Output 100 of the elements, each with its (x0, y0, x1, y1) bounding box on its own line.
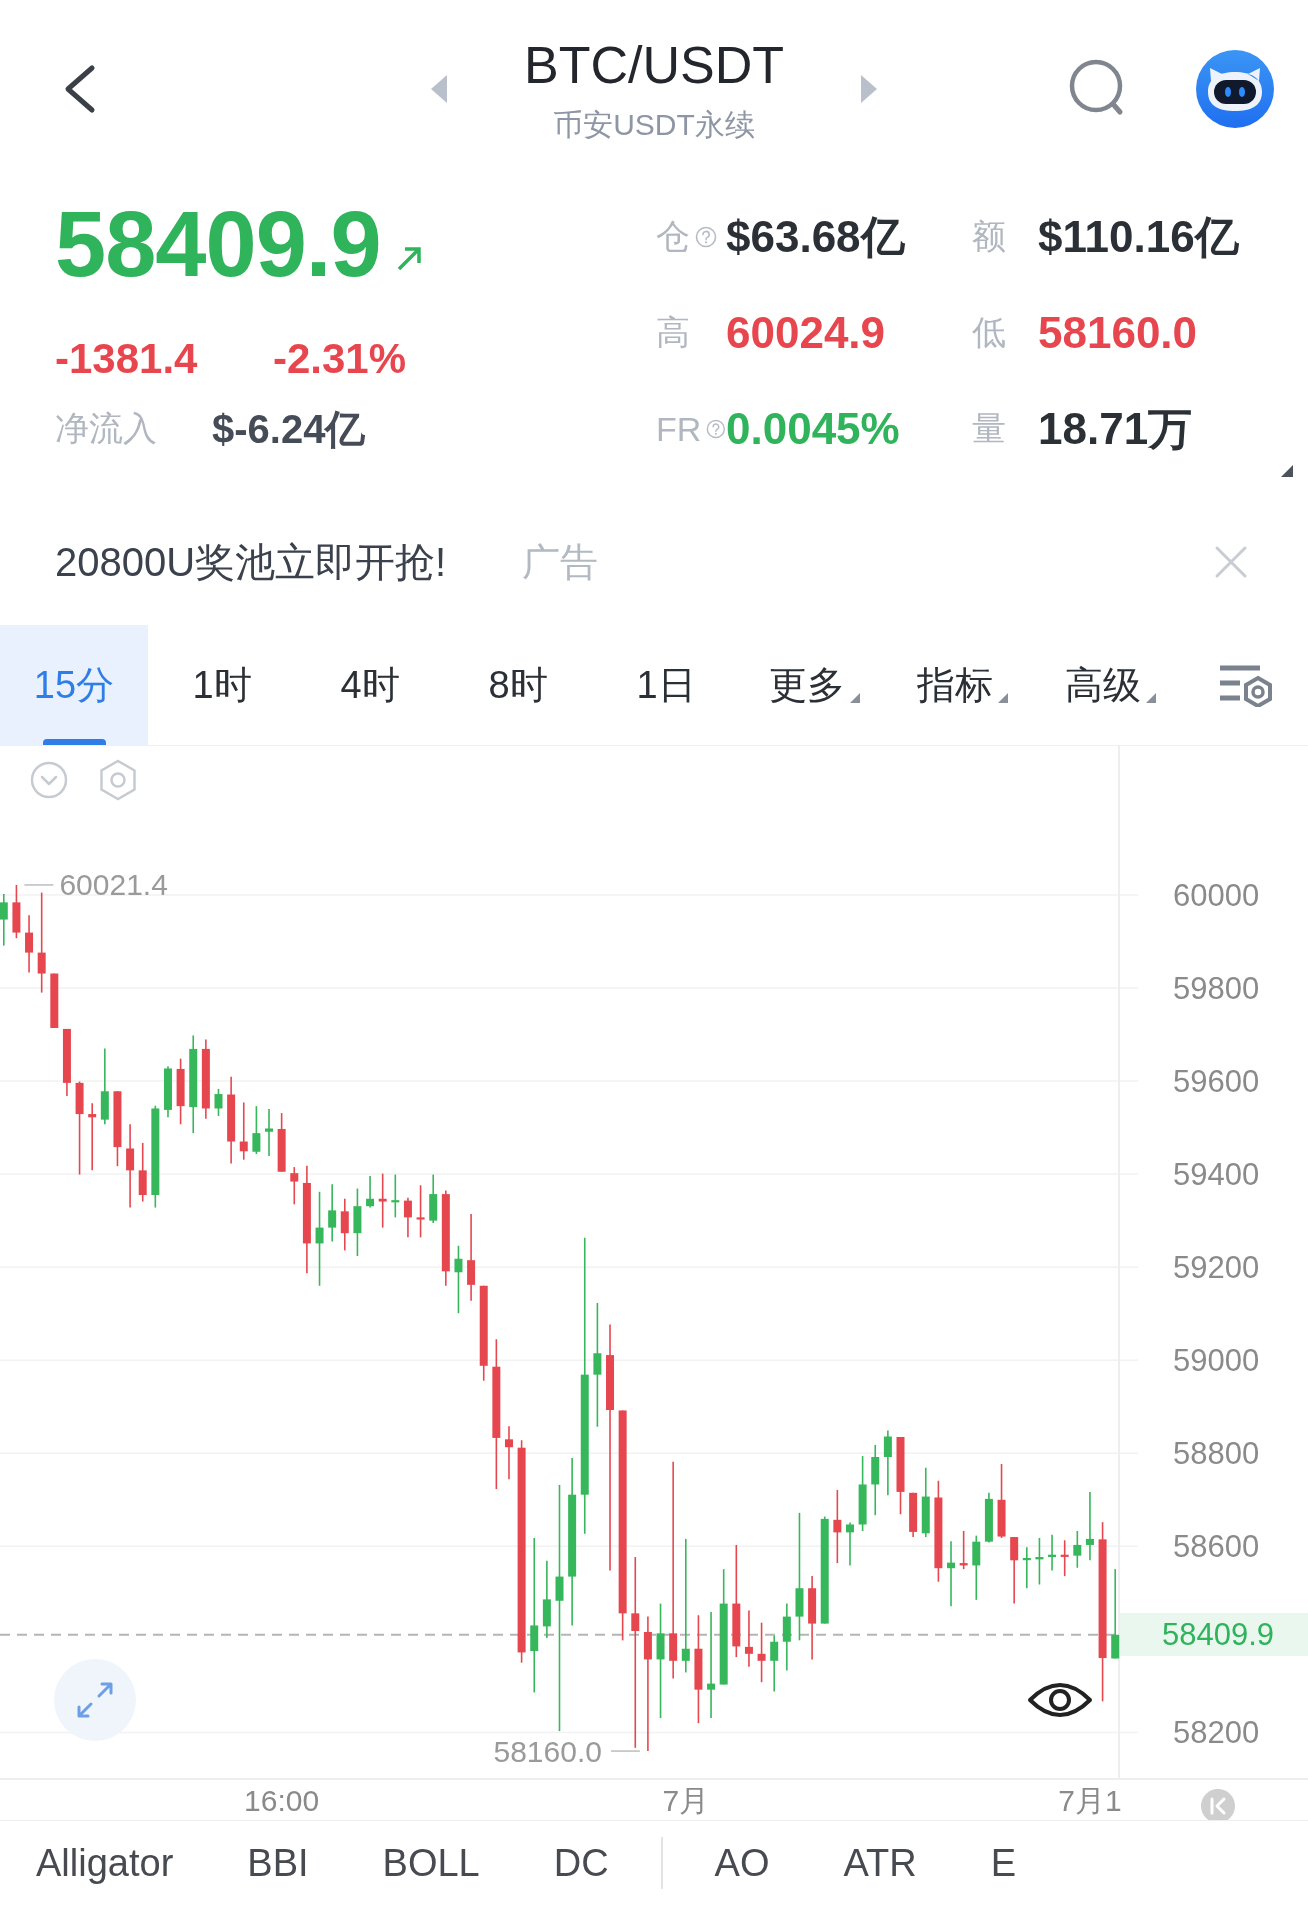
stat-value: $63.68亿 (726, 210, 906, 263)
candlestick (984, 1492, 993, 1544)
candlestick (846, 1521, 854, 1567)
stat-value: 58160.0 (1038, 308, 1199, 358)
candlestick (366, 1175, 375, 1209)
candlestick (1035, 1537, 1044, 1586)
candlestick (265, 1108, 273, 1157)
indicator-tab[interactable]: ATR (843, 1841, 917, 1885)
time-axis-label: 16:00 (244, 1783, 320, 1817)
last-price: 58409.9 (55, 192, 381, 297)
indicator-tab[interactable]: AO (714, 1841, 770, 1885)
candlestick (757, 1621, 766, 1683)
candlestick (403, 1197, 412, 1239)
stat-label: 仓 (656, 216, 690, 257)
indicator-tab[interactable]: DC (553, 1841, 609, 1885)
stat-label: 低 (972, 312, 1006, 353)
candlestick (972, 1534, 981, 1601)
candlestick (1073, 1530, 1082, 1569)
candlestick (164, 1065, 172, 1119)
candlestick (176, 1057, 185, 1126)
candlestick (214, 1088, 223, 1117)
stat-value: 60024.9 (726, 308, 887, 358)
price-axis-label: 59400 (1173, 1156, 1260, 1192)
candlestick (391, 1173, 400, 1219)
hexagon-settings-icon[interactable] (100, 759, 136, 801)
indicator-tab[interactable]: Alligator (36, 1841, 174, 1885)
candlestick (50, 972, 59, 1029)
eye-icon[interactable] (1028, 1683, 1092, 1717)
candlestick (12, 884, 21, 939)
time-axis-label: 7月1 (1058, 1783, 1122, 1817)
candlestick (505, 1425, 513, 1481)
indicator-tab[interactable]: BBI (247, 1841, 309, 1885)
candlestick (921, 1466, 930, 1538)
candlestick (0, 893, 8, 947)
period-tab[interactable]: 8时 (444, 625, 592, 745)
help-icon[interactable] (706, 418, 726, 440)
stat-label: FR (656, 409, 702, 449)
candlestick (138, 1142, 147, 1203)
price-axis-label: 59000 (1173, 1343, 1260, 1379)
period-tab[interactable]: 指标 (888, 625, 1036, 745)
candlestick (1048, 1533, 1057, 1572)
skip-back-icon[interactable] (1201, 1789, 1235, 1820)
period-tab[interactable]: 更多 (740, 625, 888, 745)
period-tab[interactable]: 高级 (1036, 625, 1184, 745)
triangle-right-icon[interactable] (861, 75, 877, 103)
expand-icon[interactable] (54, 1659, 136, 1741)
candlestick (1060, 1539, 1069, 1577)
candlestick (378, 1172, 387, 1229)
candlestick (239, 1101, 248, 1161)
stat-value: 18.71万 (1038, 402, 1194, 455)
time-axis-label: 7月 (662, 1783, 710, 1817)
candlestick (454, 1244, 463, 1314)
price-axis-label: 59600 (1173, 1063, 1260, 1099)
pair-title: BTC/USDT (524, 35, 784, 95)
period-tab[interactable]: 4时 (296, 625, 444, 745)
candlestick (290, 1166, 299, 1206)
indicator-tab[interactable]: E (990, 1841, 1017, 1885)
period-tab[interactable]: 15分 (0, 625, 148, 745)
candlestick (770, 1634, 779, 1693)
price-axis-label: 60000 (1173, 877, 1260, 913)
candlestick (883, 1429, 892, 1496)
corner-triangle-icon[interactable] (1281, 465, 1293, 477)
stat-value: 0.0045% (726, 404, 901, 454)
stat-label: 高 (656, 312, 690, 353)
candlestick (744, 1609, 753, 1668)
candlestick (1010, 1536, 1019, 1605)
chevron-down-circle-icon[interactable] (30, 761, 68, 799)
stat-label: 净流入 (55, 408, 158, 449)
period-tab[interactable]: 1日 (592, 625, 740, 745)
percent-change: -2.31% (273, 335, 407, 383)
price-axis-label: 58800 (1173, 1436, 1260, 1472)
candlestick (353, 1187, 362, 1257)
candlestick (959, 1530, 968, 1570)
price-axis-label: 58200 (1173, 1715, 1260, 1751)
candlestick (328, 1183, 337, 1243)
candlestick (88, 1102, 97, 1172)
period-tab[interactable]: 1时 (148, 625, 296, 745)
leader-line (23, 884, 55, 886)
candlestick (340, 1197, 349, 1252)
price-axis-label: 59800 (1173, 970, 1260, 1006)
stat-label: 额 (972, 216, 1006, 257)
ad-link[interactable]: 20800U奖池立即开抢! (55, 534, 522, 590)
high-price-label: 60021.4 (59, 868, 168, 902)
candlestick (416, 1184, 425, 1239)
price-axis-label: 59200 (1173, 1250, 1260, 1285)
candlestick (782, 1602, 791, 1672)
candlestick (429, 1173, 438, 1224)
price-change: -1381.4 (55, 335, 199, 383)
price-axis-label: 58600 (1173, 1529, 1260, 1565)
candlestick (252, 1105, 261, 1155)
candlestick (62, 1028, 71, 1097)
candlestick (1022, 1546, 1031, 1589)
close-icon[interactable] (1214, 545, 1248, 579)
help-icon[interactable] (695, 226, 717, 248)
indicator-tab[interactable]: BOLL (382, 1841, 480, 1885)
candlestick (25, 914, 34, 974)
triangle-left-icon[interactable] (431, 75, 447, 103)
robot-avatar-icon[interactable] (1196, 50, 1274, 128)
list-settings-icon[interactable] (1218, 663, 1274, 707)
candlestick (909, 1492, 918, 1538)
